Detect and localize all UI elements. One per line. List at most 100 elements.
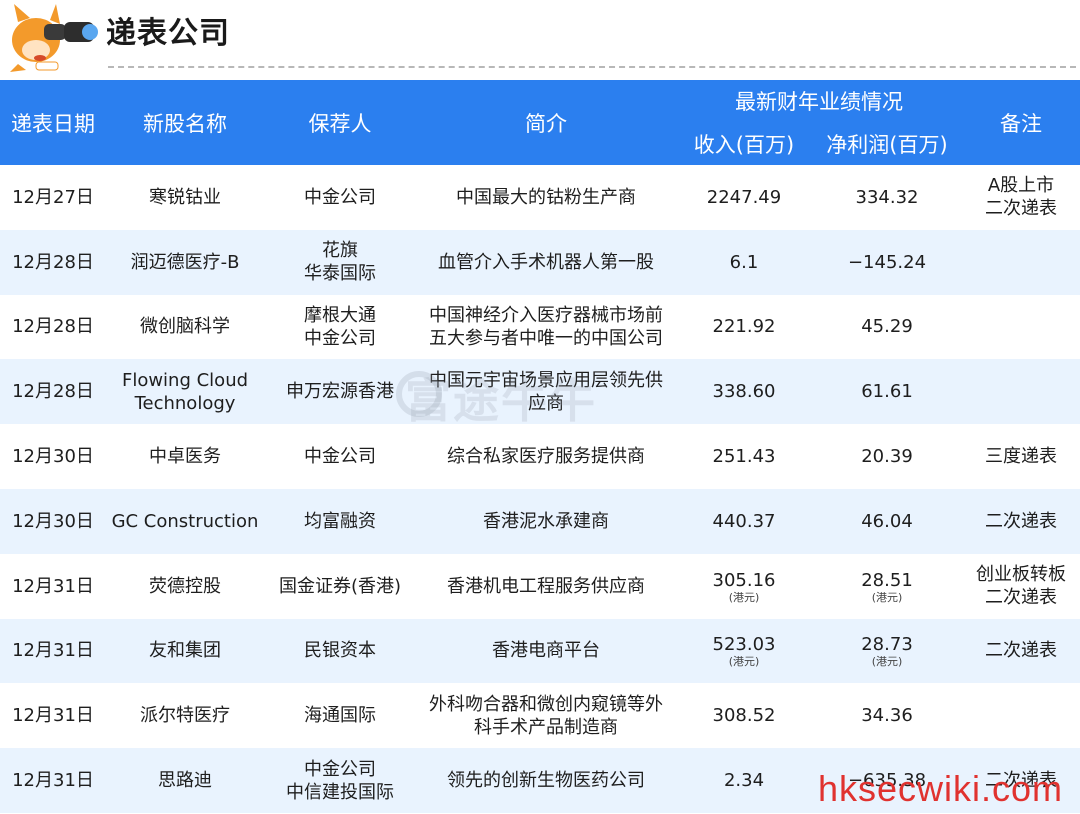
cell-profit: 61.61 bbox=[812, 359, 962, 425]
cell-desc: 综合私家医疗服务提供商 bbox=[416, 424, 676, 489]
cell-sponsor: 中金公司 bbox=[264, 424, 416, 489]
site-watermark: hksecwiki.com bbox=[818, 768, 1064, 809]
table-row: 12月27日 寒锐钴业 中金公司 中国最大的钴粉生产商 2247.49 334.32 A股上… bbox=[0, 165, 1080, 230]
cell-revenue: 221.92 bbox=[676, 295, 812, 360]
table-row: 12月28日 微创脑科学 摩根大通 中金公司 中国神经介入医疗器械市场前 五大参与者中唯一… bbox=[0, 295, 1080, 360]
cell-date: 12月28日 bbox=[0, 229, 106, 295]
cell-note-line: 二次递表 bbox=[985, 640, 1057, 662]
col-header-note: 备注 bbox=[962, 80, 1080, 165]
col-header-revenue: 收入(百万) bbox=[676, 122, 812, 165]
cell-revenue-value: 523.03 bbox=[712, 634, 776, 656]
col-header-desc: 简介 bbox=[416, 80, 676, 165]
cell-name-line: 思路迪 bbox=[158, 770, 212, 792]
page-title: 递表公司 bbox=[106, 16, 230, 51]
cell-note: 创业板转板 二次递表 bbox=[962, 554, 1080, 619]
cell-desc: 香港泥水承建商 bbox=[416, 488, 676, 554]
cell-desc-line: 科手术产品制造商 bbox=[474, 716, 618, 738]
cell-date: 12月30日 bbox=[0, 488, 106, 554]
cell-revenue-value: 440.37 bbox=[712, 510, 776, 532]
cell-profit: 20.39 bbox=[812, 424, 962, 489]
cell-name-line: 友和集团 bbox=[149, 640, 221, 662]
cell-revenue-unit: (港元) bbox=[728, 655, 760, 669]
table-row: 12月31日 派尔特医疗 海通国际 外科吻合器和微创内窥镜等外 科手术产品制造商 308.… bbox=[0, 683, 1080, 748]
cell-revenue-value: 338.60 bbox=[712, 381, 776, 403]
cell-revenue: 305.16 (港元) bbox=[676, 554, 812, 619]
cell-sponsor: 民银资本 bbox=[264, 618, 416, 684]
cell-desc-line: 五大参与者中唯一的中国公司 bbox=[429, 327, 663, 349]
col-header-name: 新股名称 bbox=[106, 80, 264, 165]
cell-profit-value: 334.32 bbox=[855, 186, 919, 208]
cell-desc: 香港电商平台 bbox=[416, 618, 676, 684]
cell-note-line: 三度递表 bbox=[985, 446, 1057, 468]
cell-revenue-value: 308.52 bbox=[712, 705, 776, 727]
cell-desc-line: 香港泥水承建商 bbox=[483, 510, 609, 532]
cell-sponsor-line: 中金公司 bbox=[304, 758, 376, 780]
cell-note bbox=[962, 359, 1080, 425]
cell-note-line: A股上市 bbox=[987, 175, 1055, 197]
cell-revenue: 251.43 bbox=[676, 424, 812, 489]
cell-profit-value: −145.24 bbox=[847, 251, 927, 273]
cell-sponsor-line: 海通国际 bbox=[304, 705, 376, 727]
cell-revenue-value: 6.1 bbox=[729, 251, 759, 273]
cell-profit-value: 61.61 bbox=[861, 381, 913, 403]
table-header-row: 递表日期 新股名称 保荐人 简介 最新财年业绩情况 备注 bbox=[0, 80, 1080, 165]
cell-name: 思路迪 bbox=[106, 748, 264, 813]
cell-note bbox=[962, 295, 1080, 360]
cell-note-line: 二次递表 bbox=[985, 510, 1057, 532]
cell-desc-line: 香港电商平台 bbox=[492, 640, 600, 662]
cell-sponsor-line: 中信建投国际 bbox=[286, 781, 394, 803]
cell-profit: 46.04 bbox=[812, 488, 962, 554]
cell-name-line: 荧德控股 bbox=[149, 575, 221, 597]
cell-note: A股上市 二次递表 bbox=[962, 165, 1080, 230]
cell-name-line: 派尔特医疗 bbox=[140, 705, 230, 727]
table-row: 12月28日 润迈德医疗-B 花旗 华泰国际 血管介入手术机器人第一股 6.1 −145.2… bbox=[0, 229, 1080, 295]
cell-desc: 外科吻合器和微创内窥镜等外 科手术产品制造商 bbox=[416, 683, 676, 748]
cell-name: 派尔特医疗 bbox=[106, 683, 264, 748]
cell-sponsor: 摩根大通 中金公司 bbox=[264, 295, 416, 360]
cell-profit-unit: (港元) bbox=[871, 590, 903, 604]
cell-date: 12月30日 bbox=[12, 446, 94, 468]
cell-revenue-value: 2.34 bbox=[723, 770, 765, 792]
cell-revenue-unit: (港元) bbox=[728, 590, 760, 604]
cell-profit-value: 20.39 bbox=[861, 446, 913, 468]
cell-desc-line: 中国神经介入医疗器械市场前 bbox=[429, 304, 663, 326]
cell-note-line: 创业板转板 bbox=[976, 564, 1066, 586]
cell-revenue-value: 251.43 bbox=[712, 446, 776, 468]
cell-profit: 34.36 bbox=[812, 683, 962, 748]
cell-profit: −145.24 bbox=[812, 229, 962, 295]
cell-sponsor-line: 中金公司 bbox=[304, 327, 376, 349]
cell-desc: 中国神经介入医疗器械市场前 五大参与者中唯一的中国公司 bbox=[416, 295, 676, 360]
cell-sponsor-line: 花旗 bbox=[322, 240, 358, 262]
cell-sponsor-line: 摩根大通 bbox=[304, 304, 376, 326]
cell-profit-value: 28.51 bbox=[861, 569, 913, 591]
cell-name: 友和集团 bbox=[106, 618, 264, 684]
cell-date: 12月28日 bbox=[12, 316, 94, 338]
cell-note bbox=[962, 683, 1080, 748]
cell-profit-value: 28.73 bbox=[861, 634, 913, 656]
cell-sponsor: 中金公司 bbox=[264, 165, 416, 230]
cell-sponsor-line: 均富融资 bbox=[304, 510, 376, 532]
cell-desc-line: 血管介入手术机器人第一股 bbox=[438, 251, 654, 273]
cell-name: GC Construction bbox=[106, 488, 264, 554]
cell-revenue: 338.60 bbox=[676, 359, 812, 425]
cell-revenue: 440.37 bbox=[676, 488, 812, 554]
header-divider bbox=[108, 66, 1076, 68]
cell-desc-line: 领先的创新生物医药公司 bbox=[447, 770, 645, 792]
cell-date: 12月31日 bbox=[0, 618, 106, 684]
cell-revenue-value: 305.16 bbox=[712, 569, 776, 591]
cell-date: 12月27日 bbox=[12, 186, 94, 208]
cell-name-line: 润迈德医疗-B bbox=[130, 251, 240, 273]
cell-desc: 领先的创新生物医药公司 bbox=[416, 748, 676, 813]
cell-desc: 香港机电工程服务供应商 bbox=[416, 554, 676, 619]
cell-name: 荧德控股 bbox=[106, 554, 264, 619]
cell-sponsor: 花旗 华泰国际 bbox=[264, 229, 416, 295]
col-header-group-performance: 最新财年业绩情况 bbox=[676, 80, 962, 122]
mascot-binoculars-icon bbox=[10, 4, 98, 72]
cell-note-line: 二次递表 bbox=[985, 198, 1057, 220]
cell-revenue-value: 221.92 bbox=[712, 316, 776, 338]
cell-date: 12月31日 bbox=[0, 748, 106, 813]
col-header-sponsor: 保荐人 bbox=[264, 80, 416, 165]
cell-profit-value: 34.36 bbox=[861, 705, 913, 727]
cell-profit: 45.29 bbox=[812, 295, 962, 360]
cell-name-line: 中卓医务 bbox=[149, 446, 221, 468]
